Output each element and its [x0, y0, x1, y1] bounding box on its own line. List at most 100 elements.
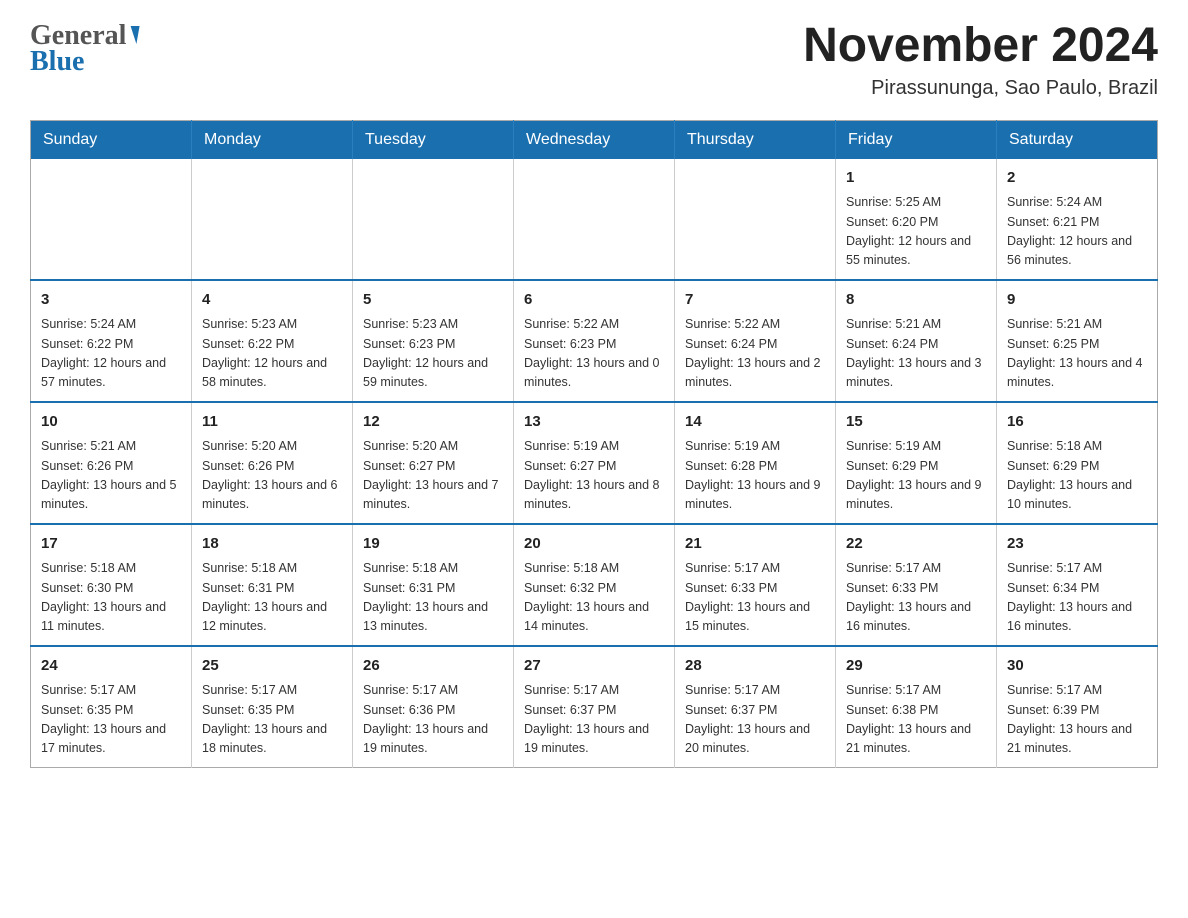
calendar-cell: 16 Sunrise: 5:18 AM Sunset: 6:29 PM Dayli…: [997, 402, 1158, 524]
weekday-header-tuesday: Tuesday: [353, 120, 514, 159]
day-number: 18: [202, 533, 342, 556]
day-number: 5: [363, 289, 503, 312]
day-number: 4: [202, 289, 342, 312]
weekday-header-row: SundayMondayTuesdayWednesdayThursdayFrid…: [31, 120, 1158, 159]
day-number: 11: [202, 411, 342, 434]
day-number: 16: [1007, 411, 1147, 434]
month-title: November 2024: [803, 20, 1158, 73]
day-number: 14: [685, 411, 825, 434]
day-info: Sunrise: 5:17 AM Sunset: 6:33 PM Dayligh…: [846, 559, 986, 637]
calendar-cell: 28Sunrise: 5:17 AM Sunset: 6:37 PM Dayli…: [675, 646, 836, 768]
day-info: Sunrise: 5:17 AM Sunset: 6:34 PM Dayligh…: [1007, 559, 1147, 637]
logo-arrow-icon: [128, 26, 140, 44]
calendar-cell: 8 Sunrise: 5:21 AM Sunset: 6:24 PM Daylig…: [836, 280, 997, 402]
day-info: Sunrise: 5:19 AM Sunset: 6:28 PM Dayligh…: [685, 437, 825, 515]
weekday-header-friday: Friday: [836, 120, 997, 159]
day-number: 9: [1007, 289, 1147, 312]
calendar-cell: 1 Sunrise: 5:25 AM Sunset: 6:20 PM Daylig…: [836, 159, 997, 280]
location-subtitle: Pirassununga, Sao Paulo, Brazil: [803, 77, 1158, 100]
calendar-cell: 26 Sunrise: 5:17 AM Sunset: 6:36 PM Dayli…: [353, 646, 514, 768]
calendar-cell: 3 Sunrise: 5:24 AM Sunset: 6:22 PM Daylig…: [31, 280, 192, 402]
calendar-cell: 27Sunrise: 5:17 AM Sunset: 6:37 PM Dayli…: [514, 646, 675, 768]
day-info: Sunrise: 5:18 AM Sunset: 6:31 PM Dayligh…: [202, 559, 342, 637]
logo-blue-text: Blue: [30, 46, 84, 78]
day-info: Sunrise: 5:17 AM Sunset: 6:36 PM Dayligh…: [363, 681, 503, 759]
day-number: 21: [685, 533, 825, 556]
calendar-cell: 11 Sunrise: 5:20 AM Sunset: 6:26 PM Dayli…: [192, 402, 353, 524]
day-info: Sunrise: 5:23 AM Sunset: 6:22 PM Dayligh…: [202, 315, 342, 393]
day-info: Sunrise: 5:25 AM Sunset: 6:20 PM Dayligh…: [846, 193, 986, 271]
calendar-cell: 6 Sunrise: 5:22 AM Sunset: 6:23 PM Daylig…: [514, 280, 675, 402]
calendar-cell: 23Sunrise: 5:17 AM Sunset: 6:34 PM Dayli…: [997, 524, 1158, 646]
day-info: Sunrise: 5:18 AM Sunset: 6:29 PM Dayligh…: [1007, 437, 1147, 515]
day-info: Sunrise: 5:19 AM Sunset: 6:27 PM Dayligh…: [524, 437, 664, 515]
calendar-cell: [675, 159, 836, 280]
day-number: 12: [363, 411, 503, 434]
day-number: 30: [1007, 655, 1147, 678]
calendar-cell: 29 Sunrise: 5:17 AM Sunset: 6:38 PM Dayli…: [836, 646, 997, 768]
calendar-cell: [31, 159, 192, 280]
day-info: Sunrise: 5:20 AM Sunset: 6:26 PM Dayligh…: [202, 437, 342, 515]
calendar-cell: 30 Sunrise: 5:17 AM Sunset: 6:39 PM Dayli…: [997, 646, 1158, 768]
calendar-cell: 25 Sunrise: 5:17 AM Sunset: 6:35 PM Dayli…: [192, 646, 353, 768]
calendar-cell: 22 Sunrise: 5:17 AM Sunset: 6:33 PM Dayli…: [836, 524, 997, 646]
day-info: Sunrise: 5:23 AM Sunset: 6:23 PM Dayligh…: [363, 315, 503, 393]
day-info: Sunrise: 5:22 AM Sunset: 6:24 PM Dayligh…: [685, 315, 825, 393]
day-number: 3: [41, 289, 181, 312]
calendar-cell: [353, 159, 514, 280]
day-number: 13: [524, 411, 664, 434]
weekday-header-saturday: Saturday: [997, 120, 1158, 159]
week-row-2: 3 Sunrise: 5:24 AM Sunset: 6:22 PM Daylig…: [31, 280, 1158, 402]
calendar-cell: 19 Sunrise: 5:18 AM Sunset: 6:31 PM Dayli…: [353, 524, 514, 646]
day-number: 24: [41, 655, 181, 678]
day-info: Sunrise: 5:24 AM Sunset: 6:22 PM Dayligh…: [41, 315, 181, 393]
day-info: Sunrise: 5:22 AM Sunset: 6:23 PM Dayligh…: [524, 315, 664, 393]
day-number: 15: [846, 411, 986, 434]
week-row-1: 1 Sunrise: 5:25 AM Sunset: 6:20 PM Daylig…: [31, 159, 1158, 280]
calendar-cell: 2Sunrise: 5:24 AM Sunset: 6:21 PM Daylig…: [997, 159, 1158, 280]
day-number: 28: [685, 655, 825, 678]
calendar-cell: 15Sunrise: 5:19 AM Sunset: 6:29 PM Dayli…: [836, 402, 997, 524]
day-info: Sunrise: 5:17 AM Sunset: 6:39 PM Dayligh…: [1007, 681, 1147, 759]
day-number: 19: [363, 533, 503, 556]
day-number: 8: [846, 289, 986, 312]
day-info: Sunrise: 5:17 AM Sunset: 6:35 PM Dayligh…: [202, 681, 342, 759]
calendar-cell: 5 Sunrise: 5:23 AM Sunset: 6:23 PM Daylig…: [353, 280, 514, 402]
calendar-cell: 4 Sunrise: 5:23 AM Sunset: 6:22 PM Daylig…: [192, 280, 353, 402]
weekday-header-sunday: Sunday: [31, 120, 192, 159]
weekday-header-wednesday: Wednesday: [514, 120, 675, 159]
day-info: Sunrise: 5:21 AM Sunset: 6:24 PM Dayligh…: [846, 315, 986, 393]
day-info: Sunrise: 5:21 AM Sunset: 6:26 PM Dayligh…: [41, 437, 181, 515]
week-row-4: 17Sunrise: 5:18 AM Sunset: 6:30 PM Dayli…: [31, 524, 1158, 646]
calendar-cell: 7 Sunrise: 5:22 AM Sunset: 6:24 PM Daylig…: [675, 280, 836, 402]
logo: General Blue: [30, 20, 138, 78]
day-info: Sunrise: 5:18 AM Sunset: 6:32 PM Dayligh…: [524, 559, 664, 637]
weekday-header-monday: Monday: [192, 120, 353, 159]
calendar-cell: 14 Sunrise: 5:19 AM Sunset: 6:28 PM Dayli…: [675, 402, 836, 524]
day-number: 6: [524, 289, 664, 312]
day-number: 1: [846, 167, 986, 190]
page-header: General Blue November 2024 Pirassununga,…: [30, 20, 1158, 100]
weekday-header-thursday: Thursday: [675, 120, 836, 159]
calendar-cell: [514, 159, 675, 280]
calendar-cell: 21 Sunrise: 5:17 AM Sunset: 6:33 PM Dayli…: [675, 524, 836, 646]
day-info: Sunrise: 5:18 AM Sunset: 6:30 PM Dayligh…: [41, 559, 181, 637]
day-info: Sunrise: 5:20 AM Sunset: 6:27 PM Dayligh…: [363, 437, 503, 515]
day-number: 29: [846, 655, 986, 678]
day-info: Sunrise: 5:17 AM Sunset: 6:35 PM Dayligh…: [41, 681, 181, 759]
calendar-cell: 24 Sunrise: 5:17 AM Sunset: 6:35 PM Dayli…: [31, 646, 192, 768]
calendar-cell: 17Sunrise: 5:18 AM Sunset: 6:30 PM Dayli…: [31, 524, 192, 646]
day-info: Sunrise: 5:17 AM Sunset: 6:38 PM Dayligh…: [846, 681, 986, 759]
day-info: Sunrise: 5:18 AM Sunset: 6:31 PM Dayligh…: [363, 559, 503, 637]
calendar-cell: [192, 159, 353, 280]
day-number: 7: [685, 289, 825, 312]
calendar-cell: 10Sunrise: 5:21 AM Sunset: 6:26 PM Dayli…: [31, 402, 192, 524]
calendar-cell: 20 Sunrise: 5:18 AM Sunset: 6:32 PM Dayli…: [514, 524, 675, 646]
day-number: 22: [846, 533, 986, 556]
day-info: Sunrise: 5:17 AM Sunset: 6:33 PM Dayligh…: [685, 559, 825, 637]
day-number: 27: [524, 655, 664, 678]
calendar-cell: 12 Sunrise: 5:20 AM Sunset: 6:27 PM Dayli…: [353, 402, 514, 524]
day-number: 26: [363, 655, 503, 678]
day-number: 20: [524, 533, 664, 556]
day-number: 25: [202, 655, 342, 678]
